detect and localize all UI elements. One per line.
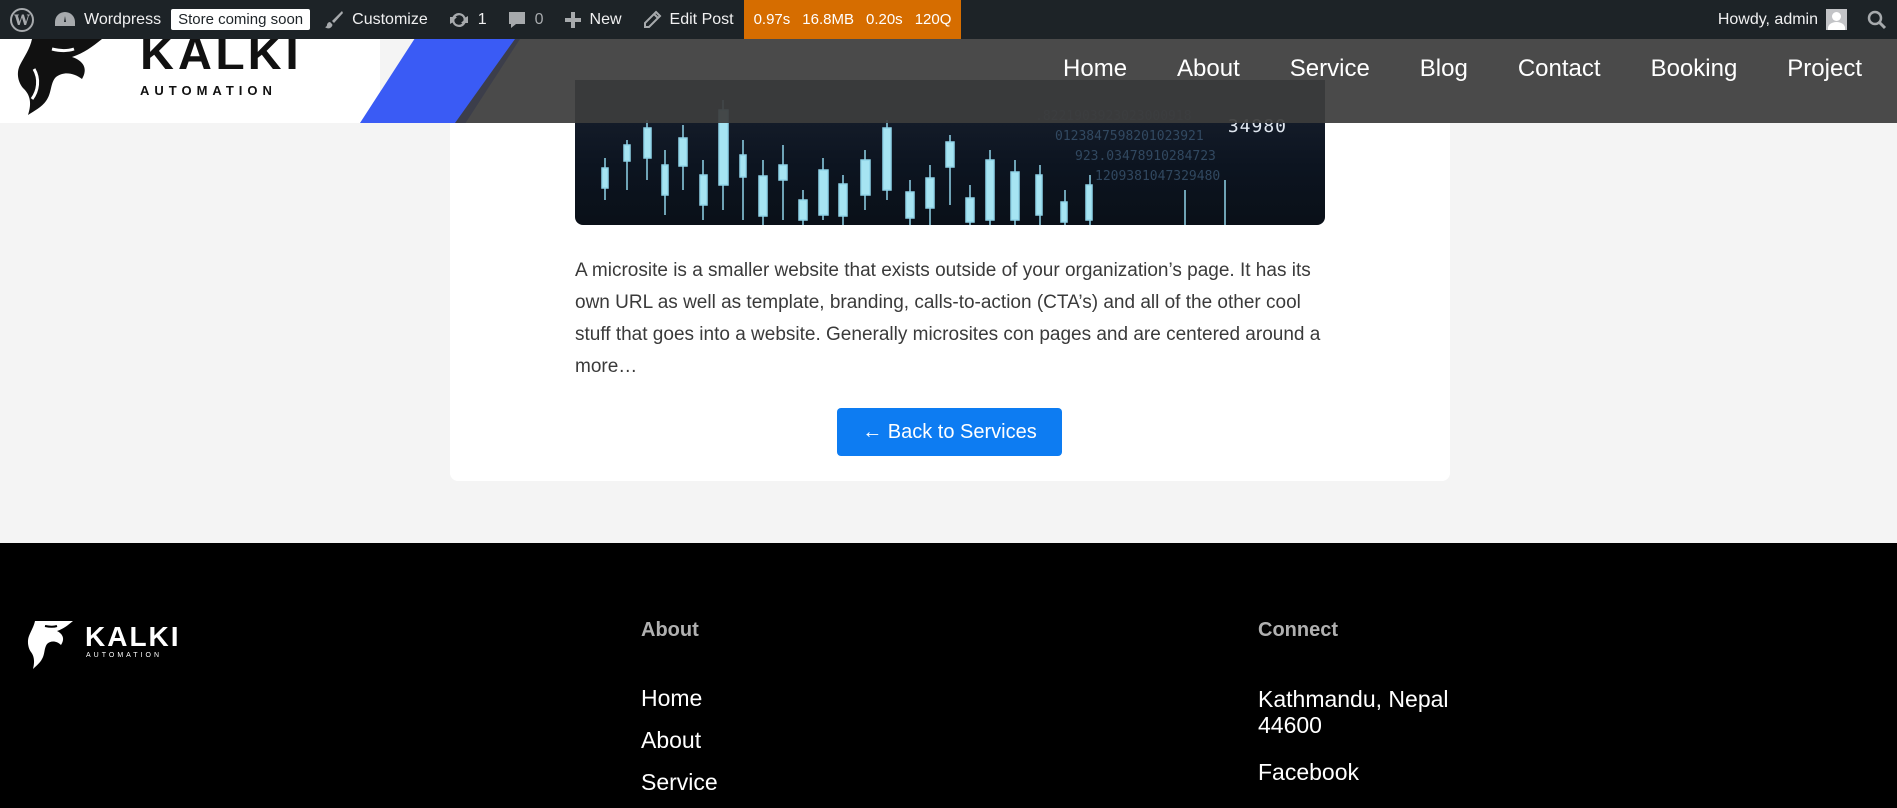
site-name-menu[interactable]: Wordpress [44,0,171,39]
service-description: A microsite is a smaller website that ex… [575,260,1321,377]
wp-admin-bar: W Wordpress Store coming soon Customize … [0,0,1897,39]
updates-count: 1 [477,10,487,28]
footer-link-home[interactable]: Home [641,685,702,712]
footer-about-heading: About [641,619,699,641]
updates-link[interactable]: 1 [438,0,497,39]
wp-logo-menu[interactable]: W [0,0,44,39]
nav-home[interactable]: Home [1063,55,1127,83]
logo-link[interactable]: KALKI AUTOMATION [0,31,380,123]
comments-count: 0 [534,10,544,28]
site-header: KALKI AUTOMATION Home About Service Blog… [0,31,1897,123]
howdy-label: Howdy, admin [1717,10,1818,28]
footer-connect-column: Connect Kathmandu, Nepal 44600 Facebook [1258,619,1449,785]
edit-post-label: Edit Post [669,10,734,28]
store-coming-soon-badge: Store coming soon [171,9,311,30]
plus-icon [564,11,581,28]
brush-icon [325,10,344,28]
nav-contact[interactable]: Contact [1518,55,1601,83]
footer-logo-title: KALKI [85,621,181,652]
new-content-link[interactable]: New [554,0,632,39]
address-line-1: Kathmandu, Nepal [1258,686,1449,712]
wordpress-icon: W [10,7,34,32]
query-monitor-panel[interactable]: 0.97s 16.8MB 0.20s 120Q [743,0,962,39]
kalki-horse-logo-icon [17,39,103,115]
footer-horse-logo-icon [27,621,74,669]
customize-link[interactable]: Customize [314,0,438,39]
svg-text:923.03478910284723: 923.03478910284723 [1075,149,1216,164]
edit-post-link[interactable]: Edit Post [632,0,744,39]
logo-subtitle: AUTOMATION [140,83,277,98]
footer-logo-subtitle: AUTOMATION [86,652,163,659]
footer-about-column: About Home About Service [641,619,718,795]
dashboard-icon [55,11,75,26]
svg-text:1209381047329480: 1209381047329480 [1095,169,1220,184]
my-account-menu[interactable]: Howdy, admin [1708,0,1857,39]
pencil-icon [643,10,661,28]
search-icon [1867,10,1887,29]
site-footer: KALKI AUTOMATION About Home About Servic… [0,543,1897,808]
back-to-services-button[interactable]: ← Back to Services [837,408,1062,456]
qm-time: 0.97s [753,11,791,28]
avatar [1826,9,1847,30]
qm-db-time: 0.20s [865,11,903,28]
store-status[interactable]: Store coming soon [171,0,314,39]
main-nav: Home About Service Blog Contact Booking … [1063,39,1862,99]
footer-connect-heading: Connect [1258,619,1338,641]
svg-text:W: W [13,13,30,29]
footer-link-about[interactable]: About [641,727,701,754]
nav-about[interactable]: About [1177,55,1240,83]
footer-link-service[interactable]: Service [641,769,718,796]
footer-logo[interactable]: KALKI AUTOMATION [25,619,179,676]
qm-queries: 120Q [914,11,952,28]
footer-address: Kathmandu, Nepal 44600 [1258,686,1449,738]
svg-text:0123847598201023921: 0123847598201023921 [1055,129,1204,144]
nav-project[interactable]: Project [1787,55,1862,83]
footer-facebook-link[interactable]: Facebook [1258,759,1359,786]
comment-icon [508,11,525,28]
customize-label: Customize [352,10,428,28]
nav-blog[interactable]: Blog [1420,55,1468,83]
nav-booking[interactable]: Booking [1651,55,1738,83]
comments-link[interactable]: 0 [497,0,554,39]
qm-memory: 16.8MB [802,11,854,28]
new-label: New [589,10,622,28]
update-icon [449,12,468,27]
site-name: Wordpress [84,10,162,28]
nav-service[interactable]: Service [1290,55,1370,83]
address-line-2: 44600 [1258,712,1322,738]
admin-search[interactable] [1857,0,1897,39]
